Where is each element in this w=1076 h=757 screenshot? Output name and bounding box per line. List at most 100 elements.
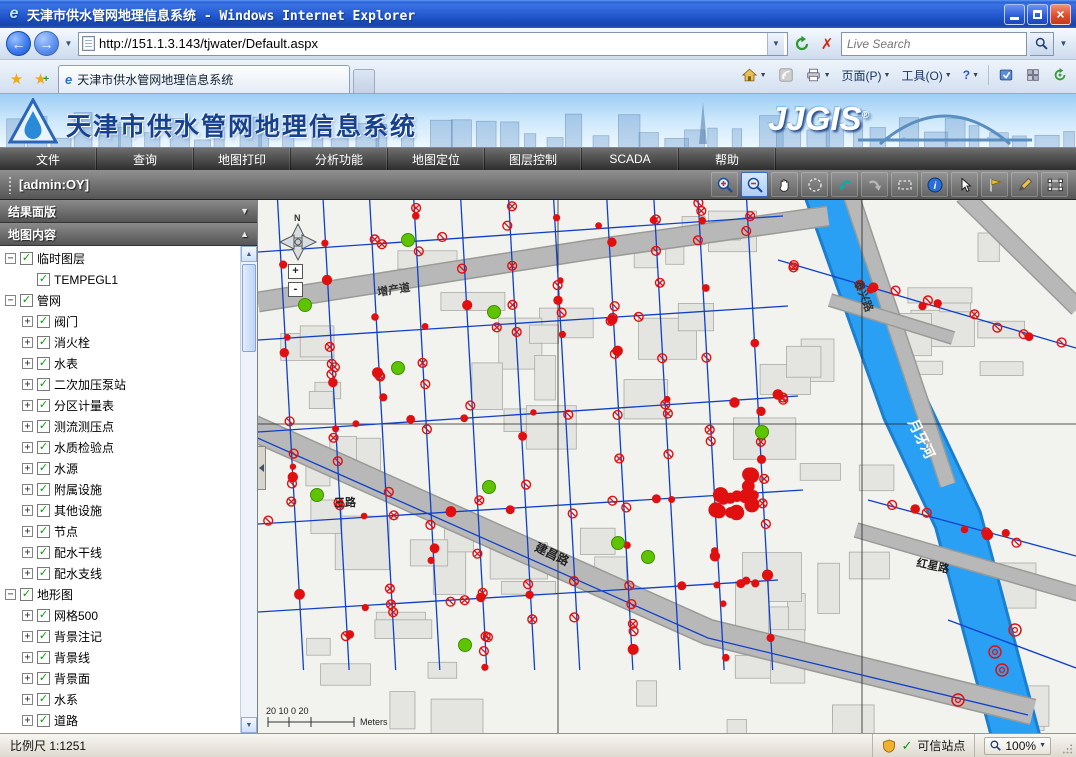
layer-label[interactable]: 测流测压点 [54, 418, 114, 435]
layer-label[interactable]: 管网 [37, 292, 61, 309]
print-button[interactable]: ▼ [801, 65, 835, 85]
layer-label[interactable]: 二次加压泵站 [54, 376, 126, 393]
layer-checkbox[interactable]: ✓ [37, 336, 50, 349]
layer-checkbox[interactable]: ✓ [37, 630, 50, 643]
layer-checkbox[interactable]: ✓ [37, 609, 50, 622]
search-button[interactable] [1030, 32, 1054, 56]
menu-item-7[interactable]: SCADA [582, 148, 679, 170]
expand-icon[interactable]: + [22, 673, 33, 684]
collapse-icon[interactable]: − [5, 253, 16, 264]
flag-tool[interactable] [981, 172, 1008, 197]
layer-label[interactable]: 水表 [54, 355, 78, 372]
identify-tool[interactable]: i [921, 172, 948, 197]
layer-checkbox[interactable]: ✓ [37, 693, 50, 706]
expand-icon[interactable]: + [22, 421, 33, 432]
scrollbar-thumb[interactable] [242, 264, 256, 352]
expand-icon[interactable]: + [22, 526, 33, 537]
page-zoom-button[interactable]: 100% ▼ [984, 737, 1051, 755]
chevron-up-icon[interactable]: ▲ [240, 229, 249, 239]
add-favorite-button[interactable]: ★+ [29, 66, 54, 92]
close-button[interactable]: × [1050, 4, 1071, 25]
expand-icon[interactable]: + [22, 715, 33, 726]
layer-checkbox[interactable]: ✓ [37, 378, 50, 391]
stop-button[interactable]: ✗ [816, 32, 838, 56]
map-viewport[interactable]: 增产道泰兴路月牙河三路建昌路红星路N20 10 0 20Meters + - [258, 200, 1076, 733]
circle-select-tool[interactable] [801, 172, 828, 197]
layer-label[interactable]: 附属设施 [54, 481, 102, 498]
toolbar-extra-button-3[interactable] [1048, 65, 1072, 85]
map-zoom-out-button[interactable]: - [288, 282, 303, 297]
layer-checkbox[interactable]: ✓ [20, 294, 33, 307]
scroll-down-button[interactable]: ▼ [241, 717, 257, 733]
zoom-in-tool[interactable] [711, 172, 738, 197]
menu-item-2[interactable]: 查询 [97, 148, 194, 170]
expand-icon[interactable]: + [22, 547, 33, 558]
layer-label[interactable]: 水系 [54, 691, 78, 708]
next-extent-tool[interactable] [861, 172, 888, 197]
map-canvas[interactable]: 增产道泰兴路月牙河三路建昌路红星路N20 10 0 20Meters [258, 200, 1076, 733]
collapse-icon[interactable]: − [5, 295, 16, 306]
expand-icon[interactable]: + [22, 568, 33, 579]
layer-checkbox[interactable]: ✓ [37, 714, 50, 727]
layer-checkbox[interactable]: ✓ [37, 504, 50, 517]
layer-label[interactable]: 背景面 [54, 670, 90, 687]
expand-icon[interactable]: + [22, 442, 33, 453]
layer-checkbox[interactable]: ✓ [37, 483, 50, 496]
layer-checkbox[interactable]: ✓ [37, 567, 50, 580]
layer-label[interactable]: TEMPEGL1 [54, 273, 118, 287]
expand-icon[interactable]: + [22, 694, 33, 705]
layer-checkbox[interactable]: ✓ [20, 588, 33, 601]
menu-item-1[interactable]: 文件 [0, 148, 97, 170]
chevron-down-icon[interactable]: ▼ [240, 206, 249, 216]
layer-label[interactable]: 阀门 [54, 313, 78, 330]
sidebar-scrollbar[interactable]: ▲ ▼ [240, 246, 257, 733]
layer-checkbox[interactable]: ✓ [37, 672, 50, 685]
layer-checkbox[interactable]: ✓ [37, 273, 50, 286]
results-panel-header[interactable]: 结果面版 ▼ [0, 200, 257, 223]
layer-checkbox[interactable]: ✓ [37, 357, 50, 370]
expand-icon[interactable]: + [22, 610, 33, 621]
layer-checkbox[interactable]: ✓ [37, 399, 50, 412]
expand-icon[interactable]: + [22, 337, 33, 348]
layer-checkbox[interactable]: ✓ [37, 651, 50, 664]
layer-checkbox[interactable]: ✓ [37, 525, 50, 538]
menu-item-8[interactable]: 帮助 [679, 148, 776, 170]
layer-checkbox[interactable]: ✓ [37, 546, 50, 559]
layer-checkbox[interactable]: ✓ [20, 252, 33, 265]
layer-label[interactable]: 临时图层 [37, 250, 85, 267]
layer-label[interactable]: 其他设施 [54, 502, 102, 519]
layer-checkbox[interactable]: ✓ [37, 420, 50, 433]
extent-frame-tool[interactable] [1041, 172, 1068, 197]
tools-menu-button[interactable]: 工具(O) ▼ [897, 65, 955, 86]
expand-icon[interactable]: + [22, 379, 33, 390]
pan-tool[interactable] [771, 172, 798, 197]
minimize-button[interactable] [1004, 4, 1025, 25]
sidebar-collapse-handle[interactable] [258, 446, 266, 490]
expand-icon[interactable]: + [22, 358, 33, 369]
zoom-out-tool[interactable] [741, 172, 768, 197]
maximize-button[interactable] [1027, 4, 1048, 25]
resize-grip[interactable] [1060, 734, 1076, 757]
layer-checkbox[interactable]: ✓ [37, 315, 50, 328]
previous-extent-tool[interactable] [831, 172, 858, 197]
layer-label[interactable]: 背景注记 [54, 628, 102, 645]
security-zone-cell[interactable]: ✓ 可信站点 [872, 734, 974, 757]
address-input[interactable] [99, 36, 763, 51]
search-dropdown[interactable]: ▼ [1057, 39, 1070, 48]
tab-active[interactable]: e 天津市供水管网地理信息系统 [58, 65, 350, 93]
layer-label[interactable]: 分区计量表 [54, 397, 114, 414]
layer-label[interactable]: 配水干线 [54, 544, 102, 561]
layer-label[interactable]: 道路 [54, 712, 78, 729]
measure-tool[interactable] [1011, 172, 1038, 197]
back-button[interactable]: ← [6, 31, 31, 56]
layer-label[interactable]: 配水支线 [54, 565, 102, 582]
rect-select-tool[interactable] [891, 172, 918, 197]
expand-icon[interactable]: + [22, 400, 33, 411]
page-menu-button[interactable]: 页面(P) ▼ [838, 65, 895, 86]
layer-label[interactable]: 背景线 [54, 649, 90, 666]
history-dropdown[interactable]: ▼ [62, 39, 75, 48]
expand-icon[interactable]: + [22, 484, 33, 495]
expand-icon[interactable]: + [22, 505, 33, 516]
refresh-button[interactable] [791, 32, 813, 56]
home-button[interactable]: ▼ [737, 65, 771, 85]
